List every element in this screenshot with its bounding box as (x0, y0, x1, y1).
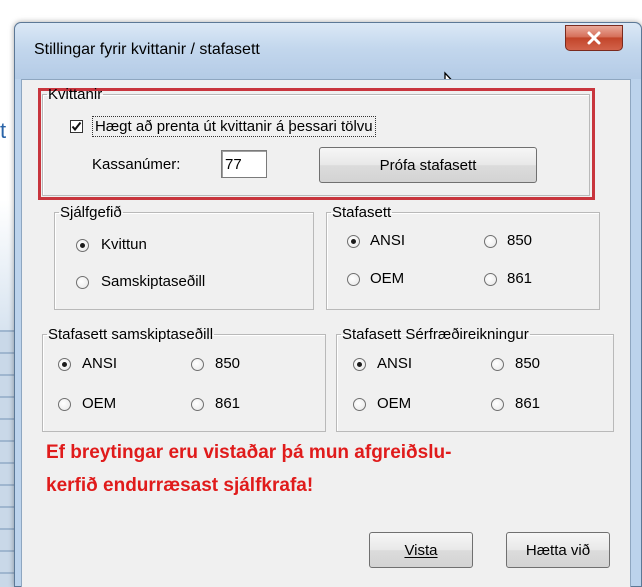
kassanumer-input[interactable] (221, 150, 267, 178)
radio-kvittun-label[interactable]: Kvittun (101, 236, 147, 253)
radio-samskipta-861-label[interactable]: 861 (215, 395, 240, 412)
radio-serfraedi-850[interactable] (491, 358, 504, 371)
radio-stafasett-850[interactable] (484, 235, 497, 248)
print-receipts-checkbox[interactable] (70, 120, 83, 133)
sjalfgefid-group: Sjálfgefið (54, 204, 314, 310)
dialog-window: Stillingar fyrir kvittanir / stafasett K… (14, 22, 642, 587)
background-app-text: t (0, 118, 7, 143)
dialog-title: Stillingar fyrir kvittanir / stafasett (34, 41, 260, 58)
stafasett-serfraedi-group: Stafasett Sérfræðireikningur (336, 326, 614, 432)
radio-stafasett-861-label[interactable]: 861 (507, 270, 532, 287)
background-app-panel (0, 200, 14, 330)
radio-stafasett-oem[interactable] (347, 273, 360, 286)
dialog-client-area: Kvittanir Hægt að prenta út kvittanir á … (21, 79, 631, 587)
checkmark-icon (71, 121, 82, 132)
stafasett-samskiptasedill-legend: Stafasett samskiptaseðill (48, 326, 214, 343)
stafasett-group: Stafasett (326, 204, 600, 310)
radio-samskiptasedill-label[interactable]: Samskiptaseðill (101, 273, 205, 290)
test-charset-label: Prófa stafasett (379, 156, 477, 174)
background-app-grid (0, 330, 14, 587)
cancel-button[interactable]: Hætta við (506, 532, 610, 568)
title-bar[interactable]: Stillingar fyrir kvittanir / stafasett (15, 23, 641, 79)
stafasett-samskiptasedill-group: Stafasett samskiptaseðill (42, 326, 326, 432)
radio-serfraedi-ansi-label[interactable]: ANSI (377, 355, 412, 372)
kassanumer-label: Kassanúmer: (92, 156, 181, 173)
cancel-button-label: Hætta við (525, 541, 591, 559)
radio-samskipta-oem[interactable] (58, 398, 71, 411)
radio-serfraedi-850-label[interactable]: 850 (515, 355, 540, 372)
close-icon (587, 31, 601, 45)
radio-serfraedi-oem-label[interactable]: OEM (377, 395, 411, 412)
radio-stafasett-ansi[interactable] (347, 235, 360, 248)
save-button-label: Vista (404, 541, 438, 559)
close-button[interactable] (565, 25, 623, 51)
radio-serfraedi-oem[interactable] (353, 398, 366, 411)
radio-samskipta-oem-label[interactable]: OEM (82, 395, 116, 412)
radio-samskipta-850-label[interactable]: 850 (215, 355, 240, 372)
radio-stafasett-850-label[interactable]: 850 (507, 232, 532, 249)
restart-warning-line2: kerfið endurræsast sjálfkrafa! (46, 475, 314, 496)
radio-samskipta-ansi[interactable] (58, 358, 71, 371)
sjalfgefid-legend: Sjálfgefið (60, 204, 122, 221)
radio-samskiptasedill[interactable] (76, 276, 89, 289)
radio-serfraedi-ansi[interactable] (353, 358, 366, 371)
stafasett-legend: Stafasett (332, 204, 392, 221)
radio-serfraedi-861-label[interactable]: 861 (515, 395, 540, 412)
radio-stafasett-861[interactable] (484, 273, 497, 286)
radio-samskipta-861[interactable] (191, 398, 204, 411)
restart-warning-line1: Ef breytingar eru vistaðar þá mun afgrei… (46, 442, 452, 463)
save-button[interactable]: Vista (369, 532, 473, 568)
radio-kvittun[interactable] (76, 239, 89, 252)
radio-stafasett-oem-label[interactable]: OEM (370, 270, 404, 287)
kvittanir-legend: Kvittanir (48, 86, 103, 103)
radio-samskipta-ansi-label[interactable]: ANSI (82, 355, 117, 372)
stafasett-serfraedi-legend: Stafasett Sérfræðireikningur (342, 326, 529, 343)
print-receipts-label[interactable]: Hægt að prenta út kvittanir á þessari tö… (92, 116, 376, 137)
radio-serfraedi-861[interactable] (491, 398, 504, 411)
test-charset-button[interactable]: Prófa stafasett (319, 147, 537, 183)
radio-samskipta-850[interactable] (191, 358, 204, 371)
radio-stafasett-ansi-label[interactable]: ANSI (370, 232, 405, 249)
restart-warning: Ef breytingar eru vistaðar þá mun afgrei… (46, 436, 606, 502)
